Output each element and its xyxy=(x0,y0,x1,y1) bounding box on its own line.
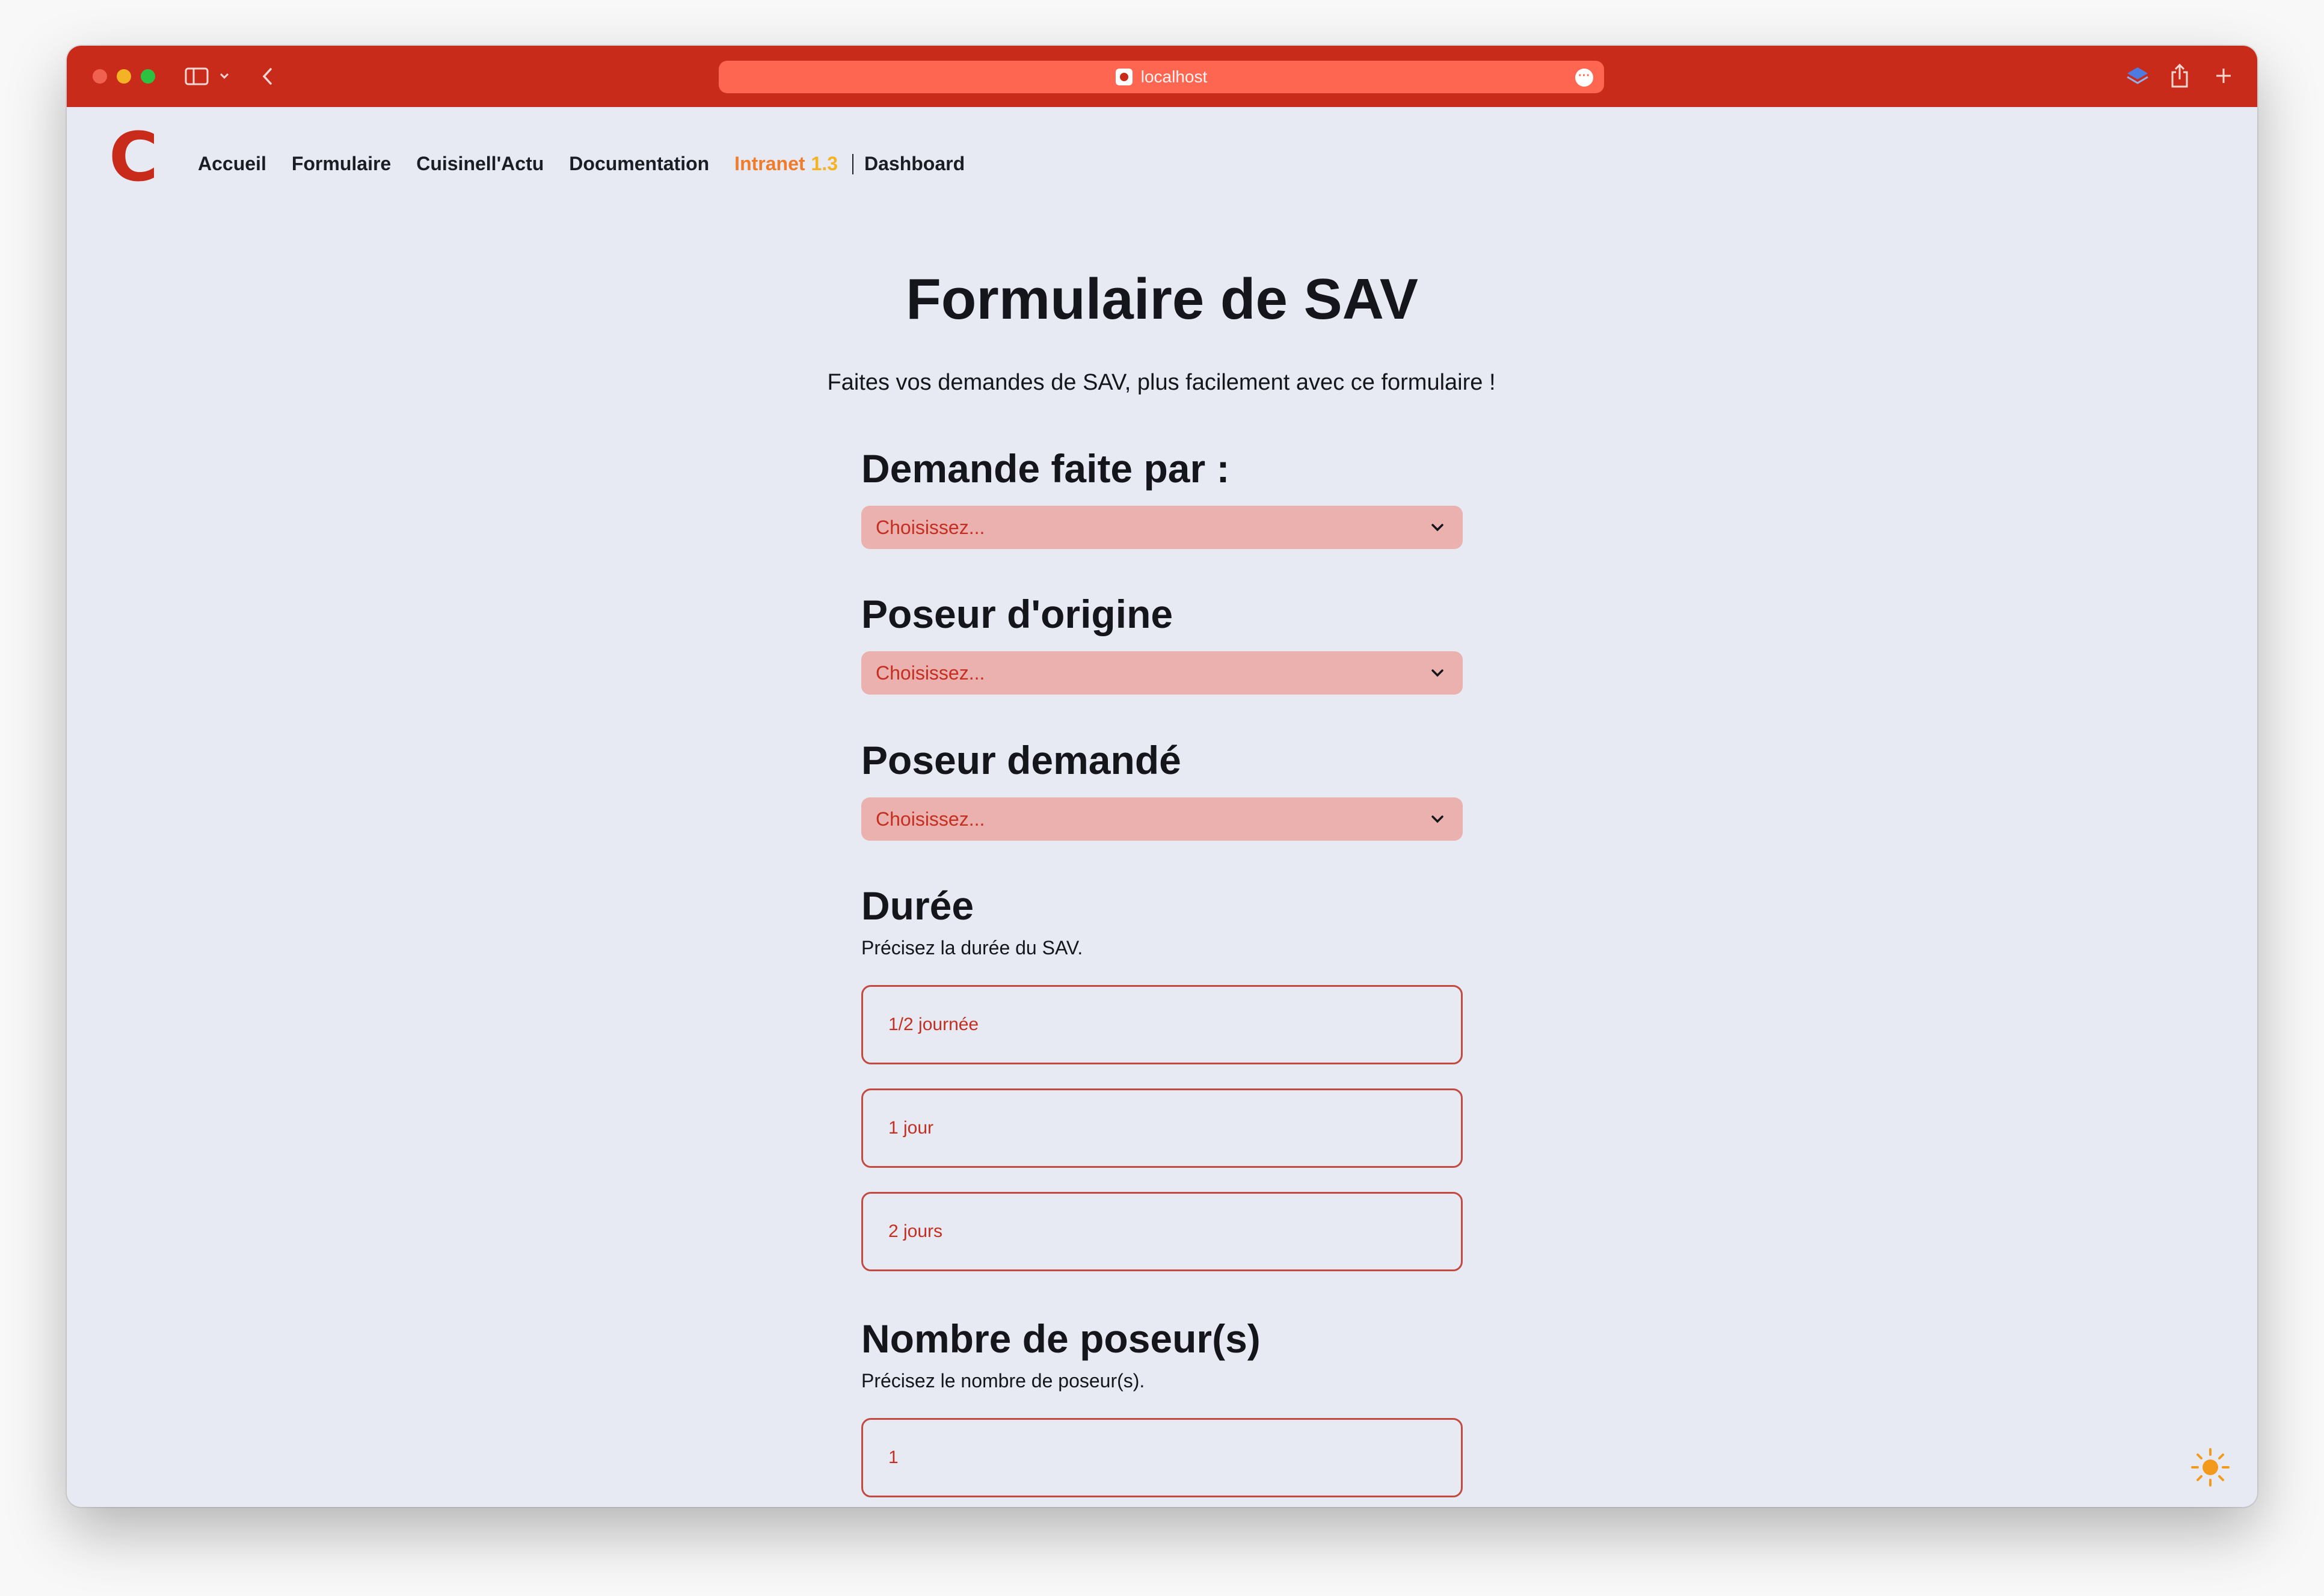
plus-icon[interactable] xyxy=(2212,64,2236,88)
page-subtitle: Faites vos demandes de SAV, plus facilem… xyxy=(827,370,1496,395)
poseur-demande-select-value: Choisissez... xyxy=(876,808,985,830)
site-logo[interactable]: C xyxy=(109,124,158,191)
nav-divider xyxy=(852,153,853,174)
poseur-origine-select-value: Choisissez... xyxy=(876,661,985,684)
url-text: localhost xyxy=(1140,67,1208,86)
poseur-demande-select[interactable]: Choisissez... xyxy=(861,797,1463,841)
share-icon[interactable] xyxy=(2166,61,2193,90)
sidebar-icon[interactable] xyxy=(185,66,209,87)
nombre-option[interactable]: 1 xyxy=(861,1418,1463,1497)
more-icon[interactable]: ··· xyxy=(1575,69,1593,87)
nav-item-accueil[interactable]: Accueil xyxy=(198,153,266,175)
browser-titlebar: localhost ··· xyxy=(67,46,2257,107)
poseur-demande-label: Poseur demandé xyxy=(861,738,1181,782)
close-window-button[interactable] xyxy=(93,69,107,84)
demande-select-value: Choisissez... xyxy=(876,516,985,538)
nav-item-dashboard[interactable]: Dashboard xyxy=(864,153,965,175)
layers-icon[interactable] xyxy=(2124,63,2151,90)
nav-item-cuisinell-actu[interactable]: Cuisinell'Actu xyxy=(416,153,544,175)
minimize-window-button[interactable] xyxy=(117,69,131,84)
nombre-label: Nombre de poseur(s) xyxy=(861,1316,1261,1361)
duree-option[interactable]: 1 jour xyxy=(861,1088,1463,1168)
sun-icon[interactable] xyxy=(2189,1446,2231,1488)
nav-intranet-version: 1.3 xyxy=(811,153,838,174)
poseur-origine-label: Poseur d'origine xyxy=(861,592,1173,636)
nav-item-intranet[interactable]: Intranet 1.3 xyxy=(734,153,838,175)
page-title: Formulaire de SAV xyxy=(906,267,1418,331)
demande-select[interactable]: Choisissez... xyxy=(861,506,1463,549)
url-bar[interactable]: localhost ··· xyxy=(719,61,1604,93)
duree-label: Durée xyxy=(861,883,974,928)
main-nav: Accueil Formulaire Cuisinell'Actu Docume… xyxy=(198,153,990,175)
nombre-help: Précisez le nombre de poseur(s). xyxy=(861,1370,1145,1392)
nav-item-documentation[interactable]: Documentation xyxy=(569,153,709,175)
duree-help: Précisez la durée du SAV. xyxy=(861,937,1083,959)
duree-option[interactable]: 1/2 journée xyxy=(861,985,1463,1064)
nav-item-formulaire[interactable]: Formulaire xyxy=(292,153,391,175)
duree-option[interactable]: 2 jours xyxy=(861,1192,1463,1271)
chevron-down-icon xyxy=(1431,524,1443,532)
chevron-down-icon[interactable] xyxy=(218,70,230,82)
browser-window: localhost ··· C Accueil Formulaire Cuisi… xyxy=(67,46,2257,1507)
chevron-down-icon xyxy=(1431,815,1443,823)
zoom-window-button[interactable] xyxy=(141,69,155,84)
demande-label: Demande faite par : xyxy=(861,446,1230,491)
nav-intranet-label: Intranet xyxy=(734,153,805,174)
poseur-origine-select[interactable]: Choisissez... xyxy=(861,651,1463,695)
site-favicon-icon xyxy=(1115,69,1133,85)
back-icon[interactable] xyxy=(258,65,276,88)
chevron-down-icon xyxy=(1431,669,1443,677)
